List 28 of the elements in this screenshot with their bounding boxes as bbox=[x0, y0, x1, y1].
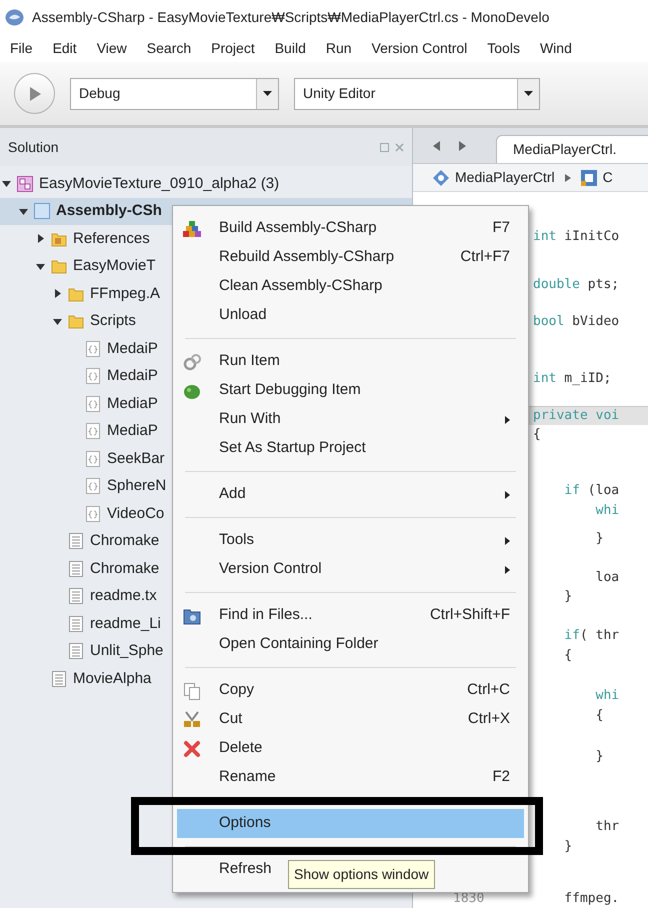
code-line: thr bbox=[594, 818, 620, 836]
shortcut-text: Ctrl+X bbox=[468, 709, 510, 730]
code-line: private voi bbox=[533, 407, 620, 426]
tooltip: Show options window bbox=[288, 860, 435, 889]
code-line: int iInitCo bbox=[533, 228, 620, 246]
code-line: } bbox=[563, 588, 572, 606]
code-line: { bbox=[533, 426, 541, 444]
code-line: int m_iID; bbox=[533, 370, 612, 388]
code-line: whi bbox=[594, 502, 620, 520]
pad-title: Solution bbox=[8, 138, 59, 156]
code-line: double pts; bbox=[533, 276, 620, 294]
code-line: } bbox=[594, 748, 604, 766]
shortcut-text: F2 bbox=[492, 767, 510, 788]
shortcut-text: Ctrl+C bbox=[467, 680, 510, 700]
code-line: whi bbox=[594, 686, 620, 705]
shortcut-text: F7 bbox=[492, 218, 510, 238]
code-line: } bbox=[594, 530, 604, 548]
window-title: Assembly-CSharp - EasyMovieTexture₩Scripts₩MediaPlayerCtrl.cs - MonoDevelo bbox=[32, 8, 550, 27]
code-line: if( thr bbox=[563, 626, 620, 645]
code-line: { bbox=[563, 646, 572, 665]
code-line: if (loa bbox=[563, 482, 620, 500]
code-line: { bbox=[594, 706, 604, 725]
shortcut-text: Ctrl+Shift+F bbox=[430, 605, 510, 626]
code-line: loa bbox=[594, 568, 620, 587]
shortcut-text: Ctrl+F7 bbox=[460, 247, 510, 268]
code-line: ffmpeg. bbox=[563, 890, 620, 908]
code-line: } bbox=[563, 838, 572, 856]
code-line: bool bVideo bbox=[533, 312, 620, 331]
